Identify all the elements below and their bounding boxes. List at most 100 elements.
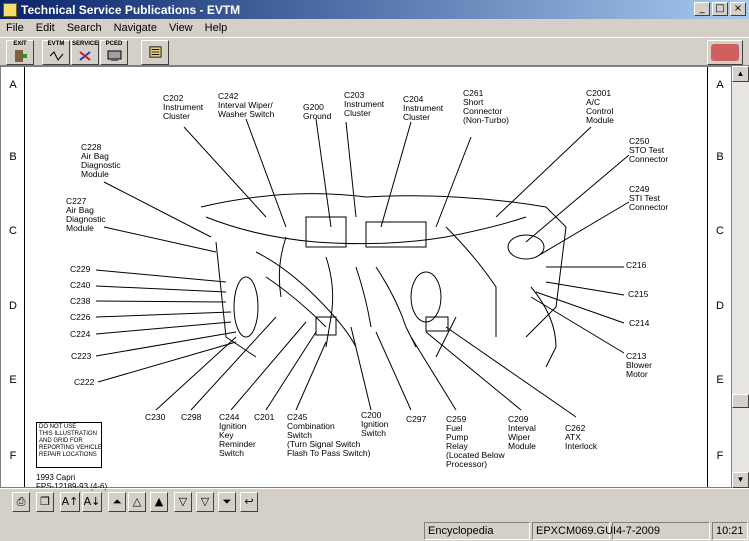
- callout-c224: C224: [70, 329, 91, 339]
- callout-c261: C261 Short Connector (Non-Turbo): [463, 88, 509, 125]
- callout-c223: C223: [71, 351, 92, 361]
- callout-c229: C229: [70, 264, 91, 274]
- menu-bar: File Edit Search Navigate View Help: [0, 19, 749, 36]
- callout-c222: C222: [74, 377, 95, 387]
- callout-c226: C226: [70, 312, 91, 322]
- index-list-icon: [149, 46, 162, 58]
- callout-c215: C215: [628, 289, 649, 299]
- callout-c213: C213 Blower Motor: [626, 351, 652, 379]
- row-label: E: [716, 374, 724, 386]
- window-title: Technical Service Publications - EVTM: [21, 2, 241, 17]
- print-icon[interactable]: ⎙: [12, 492, 30, 512]
- next-page-icon[interactable]: ▽: [196, 492, 214, 512]
- last-page-icon[interactable]: ⏷: [218, 492, 236, 512]
- row-label: C: [9, 225, 17, 237]
- row-label: E: [9, 374, 17, 386]
- menu-file[interactable]: File: [0, 22, 30, 34]
- document-view: A B C D E F C202 Instrument Cluster C242…: [0, 66, 732, 491]
- callout-c238: C238: [70, 296, 91, 306]
- row-label: C: [716, 225, 724, 237]
- callout-c201: C201: [254, 412, 275, 422]
- menu-help[interactable]: Help: [199, 22, 234, 34]
- toolbar: EXIT EVTM SERVICE PCED: [0, 37, 749, 66]
- grid-ruler-left: A B C D E F: [1, 67, 25, 487]
- callout-c245: C245 Combination Switch (Turn Signal Swi…: [287, 412, 371, 458]
- font-smaller-icon[interactable]: A↓: [82, 492, 102, 512]
- exit-door-icon: [15, 50, 27, 62]
- grid-ruler-right: A B C D E F: [707, 67, 731, 487]
- font-larger-icon[interactable]: A↑: [60, 492, 80, 512]
- navigation-toolbar: ⎙ ❐ A↑ A↓ ⏶ △ ▲ ▽ ▽ ⏷ ↩: [0, 488, 749, 518]
- menu-navigate[interactable]: Navigate: [108, 22, 163, 34]
- status-time: 10:21: [712, 522, 748, 540]
- service-label: SERVICE: [72, 41, 99, 47]
- callout-c228: C228 Air Bag Diagnostic Module: [81, 142, 121, 179]
- callout-c259: C259 Fuel Pump Relay (Located Below Proc…: [446, 414, 505, 469]
- callout-c262: C262 ATX Interlock: [565, 423, 598, 451]
- back-icon[interactable]: ↩: [240, 492, 258, 512]
- copy-icon[interactable]: ❐: [36, 492, 54, 512]
- maximize-button[interactable]: □: [712, 2, 728, 16]
- evtm-label: EVTM: [47, 41, 65, 47]
- index-button[interactable]: [141, 40, 169, 65]
- scroll-up-button[interactable]: ▲: [732, 66, 749, 82]
- vertical-scrollbar[interactable]: ▲ ▼: [732, 66, 749, 488]
- row-label: D: [716, 300, 724, 312]
- first-page-icon[interactable]: ⏶: [108, 492, 126, 512]
- menu-search[interactable]: Search: [61, 22, 108, 34]
- callout-c227: C227 Air Bag Diagnostic Module: [66, 196, 106, 233]
- row-label: A: [716, 79, 724, 91]
- callout-c298: C298: [181, 412, 202, 422]
- row-label: B: [9, 151, 17, 163]
- callout-c209: C209 Interval Wiper Module: [508, 414, 536, 451]
- callout-c242: C242 Interval Wiper/ Washer Switch: [218, 91, 275, 119]
- exit-label: EXIT: [13, 41, 27, 47]
- callout-c214: C214: [629, 318, 650, 328]
- service-button[interactable]: SERVICE: [71, 40, 99, 65]
- callout-c2001: C2001 A/C Control Module: [586, 88, 614, 125]
- minimize-button[interactable]: _: [694, 2, 710, 16]
- help-icon: [711, 44, 739, 61]
- menu-edit[interactable]: Edit: [30, 22, 61, 34]
- row-label: F: [9, 450, 17, 462]
- pced-label: PCED: [105, 41, 123, 47]
- menu-view[interactable]: View: [163, 22, 199, 34]
- illustration-notice: DO NOT USE THIS ILLUSTRATION AND GRID FO…: [36, 422, 102, 468]
- callout-c249: C249 STI Test Connector: [629, 184, 669, 212]
- row-label: B: [716, 151, 724, 163]
- exit-button[interactable]: EXIT: [6, 40, 34, 65]
- wiring-icon: [49, 51, 64, 61]
- callout-g200: G200 Ground: [303, 102, 332, 121]
- row-label: A: [9, 79, 17, 91]
- scroll-thumb[interactable]: [732, 394, 749, 408]
- callout-c200: C200 Ignition Switch: [361, 410, 389, 438]
- wrench-icon: [79, 51, 91, 61]
- prev-section-icon[interactable]: ▲: [150, 492, 168, 512]
- pced-button[interactable]: PCED: [100, 40, 128, 65]
- close-button[interactable]: ×: [730, 2, 746, 16]
- callout-c230: C230: [145, 412, 166, 422]
- prev-page-icon[interactable]: △: [128, 492, 146, 512]
- callout-c250: C250 STO Test Connector: [629, 136, 669, 164]
- status-file: EPXCM069.GUI: [532, 522, 616, 540]
- evtm-button[interactable]: EVTM: [42, 40, 70, 65]
- callout-c240: C240: [70, 280, 91, 290]
- callout-c216: C216: [626, 260, 647, 270]
- row-label: D: [9, 300, 17, 312]
- scroll-down-button[interactable]: ▼: [732, 472, 749, 488]
- help-button[interactable]: [707, 40, 743, 65]
- callout-c202: C202 Instrument Cluster: [163, 93, 204, 121]
- callout-c244: C244 Ignition Key Reminder Switch: [219, 412, 256, 458]
- status-date: 4-7-2009: [612, 522, 710, 540]
- app-window: Technical Service Publications - EVTM _ …: [0, 0, 749, 541]
- status-bar: Encyclopedia EPXCM069.GUI 4-7-2009 10:21: [0, 520, 749, 541]
- callout-c203: C203 Instrument Cluster: [344, 90, 385, 118]
- wiring-diagram: C202 Instrument Cluster C242 Interval Wi…: [26, 67, 707, 491]
- callout-c297: C297: [406, 414, 427, 424]
- callout-c204: C204 Instrument Cluster: [403, 94, 444, 122]
- row-label: F: [716, 450, 724, 462]
- title-bar: Technical Service Publications - EVTM _ …: [0, 0, 749, 19]
- next-section-icon[interactable]: ▽: [174, 492, 192, 512]
- status-section: Encyclopedia: [424, 522, 530, 540]
- app-icon: [3, 2, 17, 17]
